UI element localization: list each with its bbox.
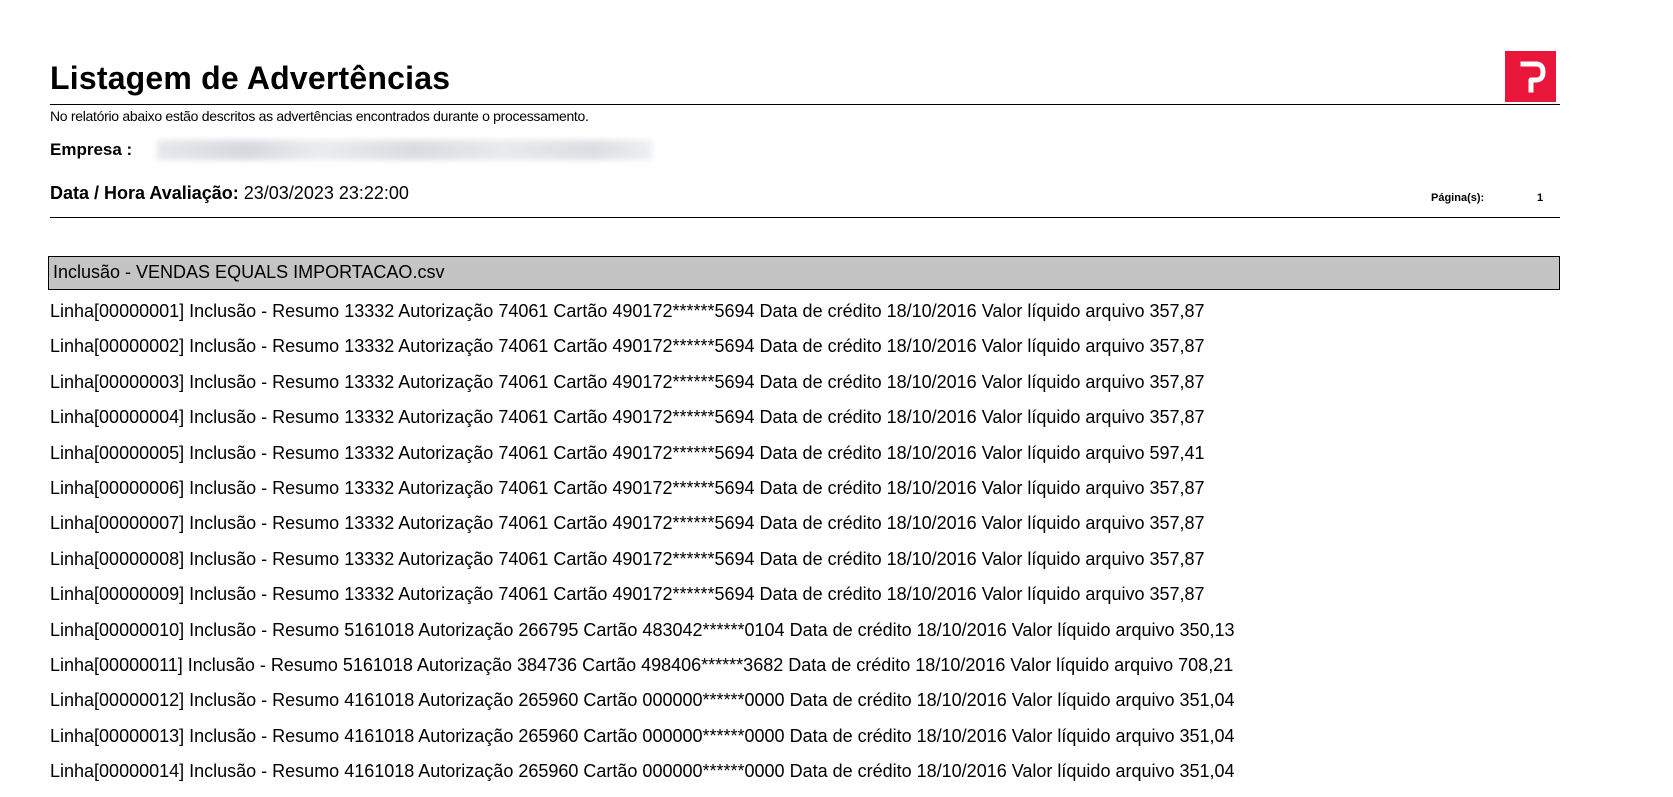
list-item: Linha[00000012] Inclusão - Resumo 416101… (50, 690, 1235, 711)
evaluation-datetime-value: 23/03/2023 23:22:00 (243, 183, 409, 203)
report-title: Listagem de Advertências (50, 60, 451, 96)
page-count-value: 1 (1537, 192, 1544, 204)
list-item: Linha[00000004] Inclusão - Resumo 13332 … (50, 407, 1205, 428)
company-logo-icon (1505, 51, 1556, 102)
header-divider (50, 217, 1560, 218)
list-item: Linha[00000008] Inclusão - Resumo 13332 … (50, 548, 1205, 569)
list-item: Linha[00000006] Inclusão - Resumo 13332 … (50, 477, 1205, 498)
list-item: Linha[00000009] Inclusão - Resumo 13332 … (50, 584, 1205, 605)
list-item: Linha[00000013] Inclusão - Resumo 416101… (50, 725, 1235, 746)
title-divider (50, 104, 1560, 105)
list-item: Linha[00000007] Inclusão - Resumo 13332 … (50, 513, 1205, 534)
list-item: Linha[00000014] Inclusão - Resumo 416101… (50, 761, 1235, 782)
list-item: Linha[00000003] Inclusão - Resumo 13332 … (50, 371, 1205, 392)
list-item: Linha[00000011] Inclusão - Resumo 516101… (50, 654, 1234, 675)
list-item: Linha[00000002] Inclusão - Resumo 13332 … (50, 336, 1205, 357)
list-item: Linha[00000010] Inclusão - Resumo 516101… (50, 619, 1235, 640)
page-count-label: Página(s): (1431, 192, 1485, 204)
empresa-label: Empresa : (50, 140, 133, 159)
section-title: Inclusão - VENDAS EQUALS IMPORTACAO.csv (53, 262, 445, 282)
warning-lines-list: Linha[00000001] Inclusão - Resumo 13332 … (50, 302, 1235, 797)
evaluation-datetime-label: Data / Hora Avaliação: (50, 183, 239, 203)
empresa-value-redacted (157, 140, 652, 160)
warnings-report: Listagem de Advertências No relatório ab… (0, 0, 1673, 780)
evaluation-datetime: Data / Hora Avaliação: 23/03/2023 23:22:… (50, 184, 409, 202)
report-description: No relatório abaixo estão descritos as a… (50, 108, 589, 124)
section-header: Inclusão - VENDAS EQUALS IMPORTACAO.csv (48, 256, 1560, 290)
list-item: Linha[00000005] Inclusão - Resumo 13332 … (50, 442, 1205, 463)
list-item: Linha[00000001] Inclusão - Resumo 13332 … (50, 301, 1205, 321)
